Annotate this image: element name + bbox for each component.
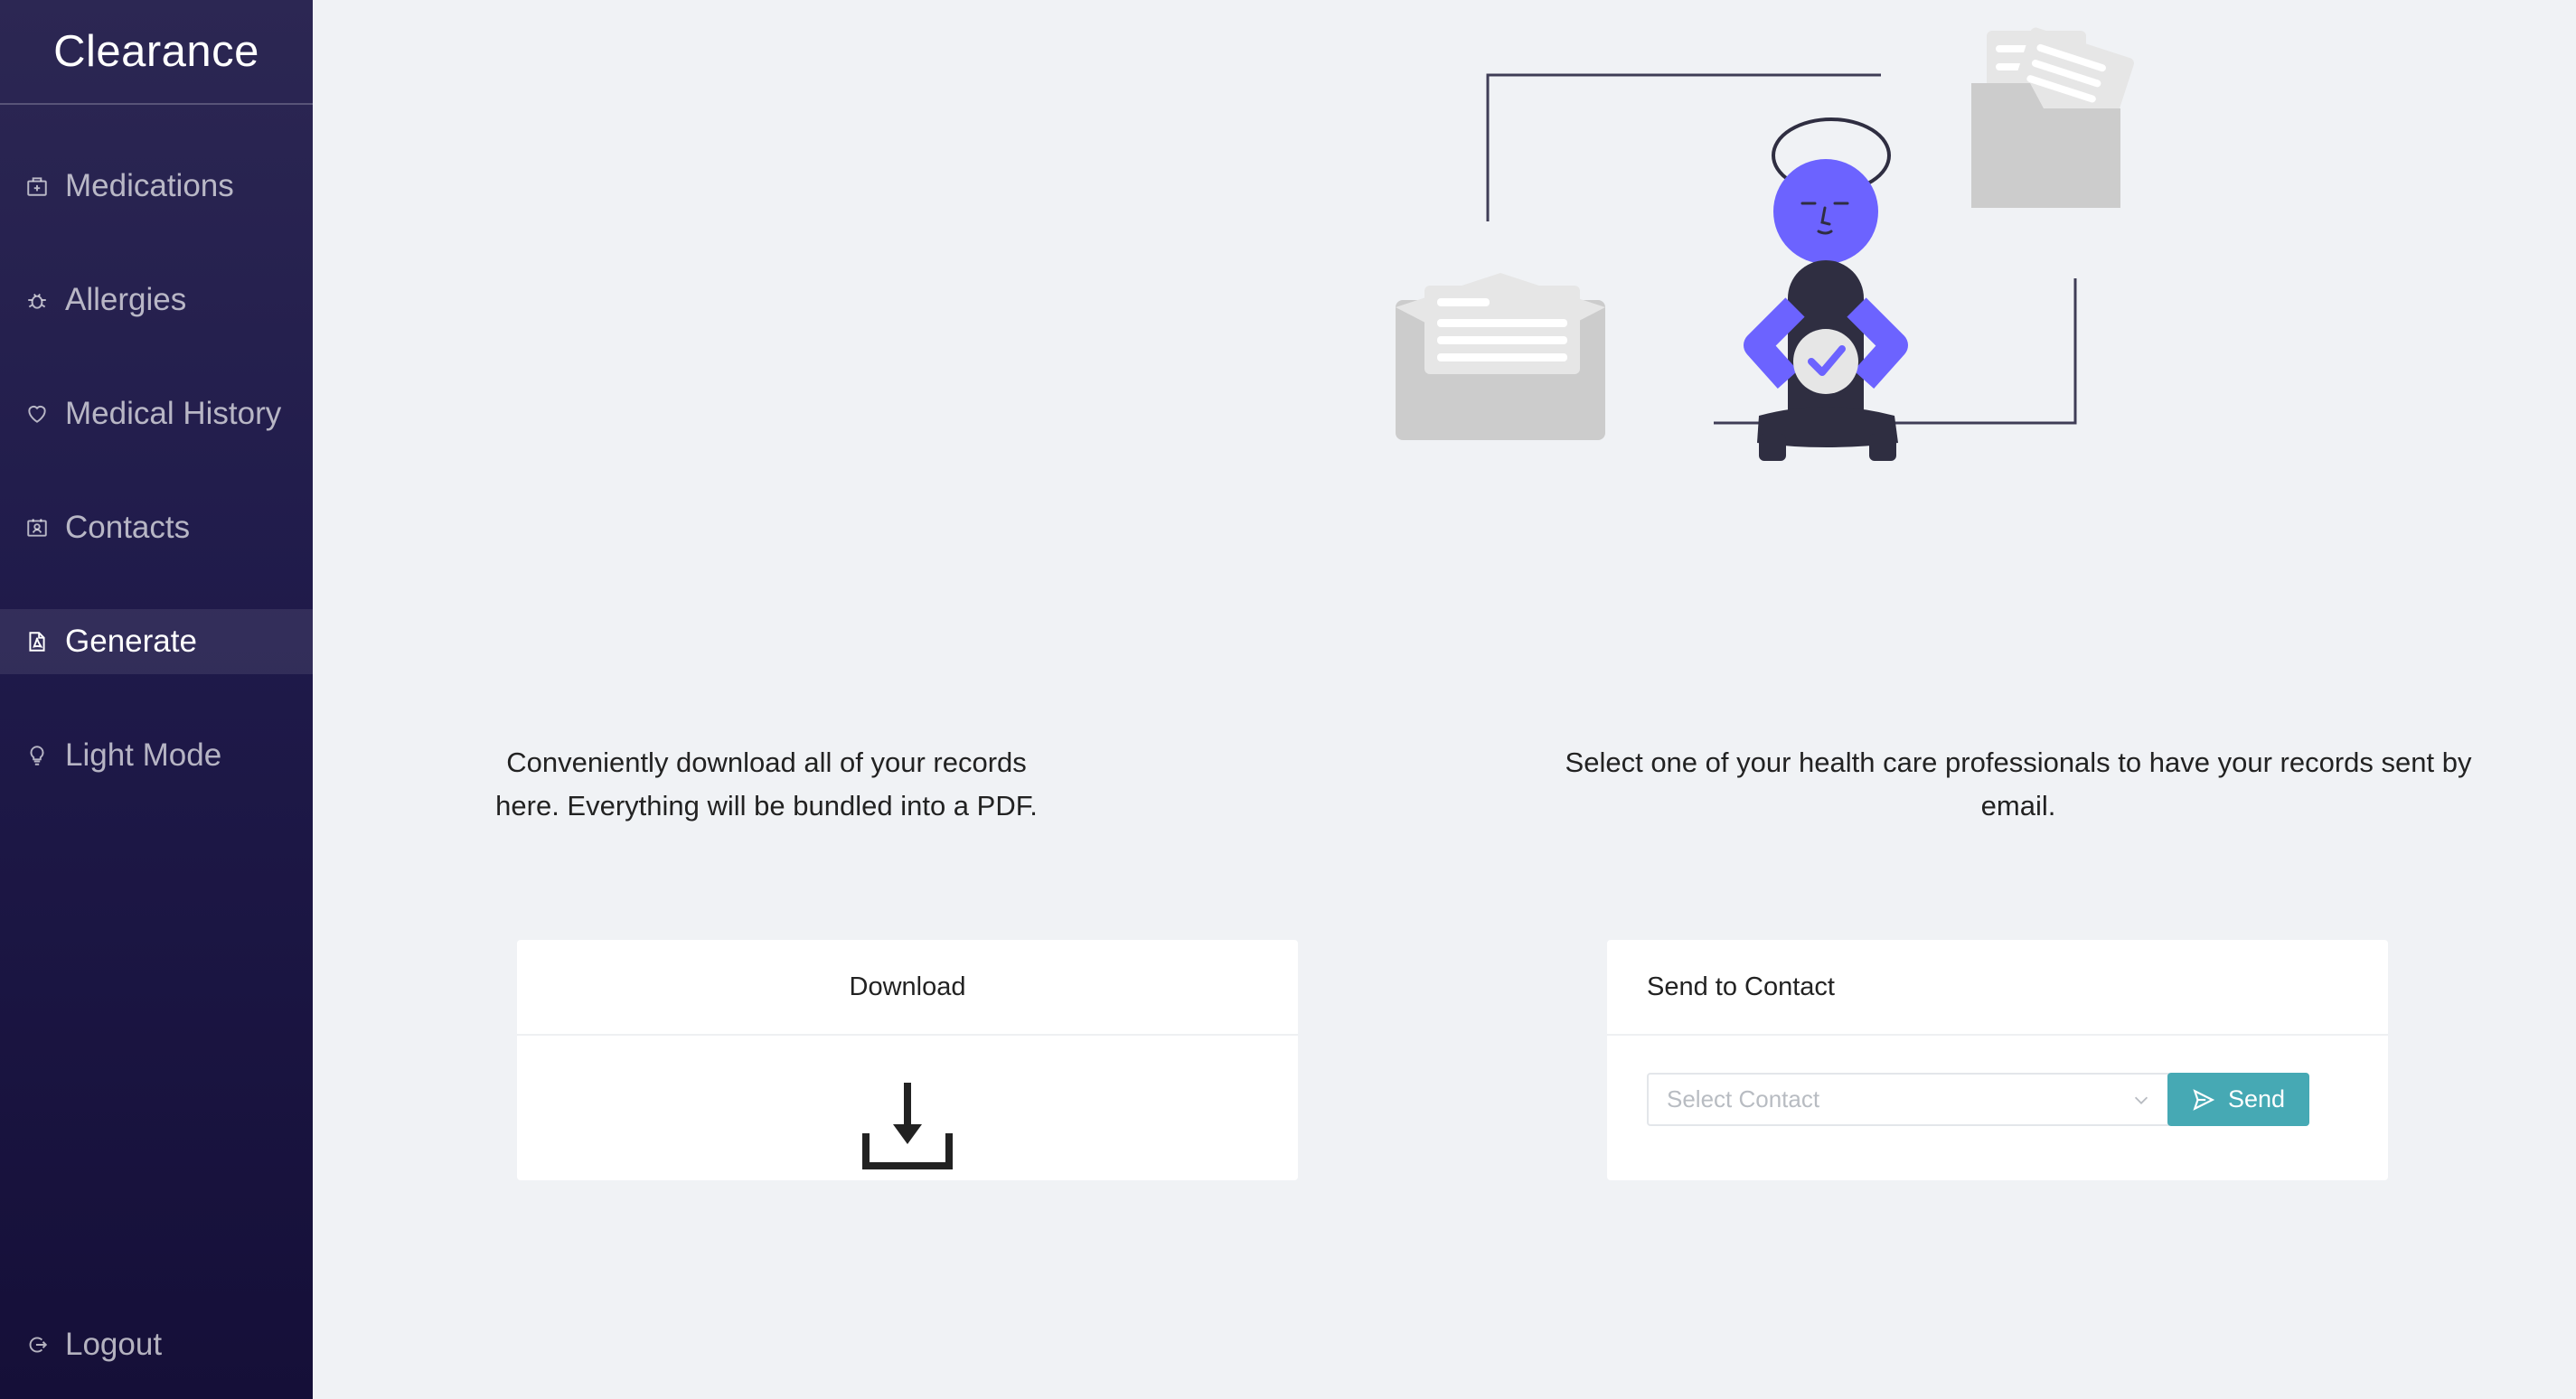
send-description: Select one of your health care professio…	[1565, 746, 2472, 822]
main-content: Conveniently download all of your record…	[313, 0, 2576, 1399]
sidebar-item-label: Contacts	[65, 510, 191, 545]
logout-button[interactable]: Logout	[0, 1312, 313, 1377]
sidebar-item-medications[interactable]: Medications	[0, 154, 313, 219]
sidebar-item-allergies[interactable]: Allergies	[0, 268, 313, 333]
send-card-title: Send to Contact	[1607, 940, 2388, 1036]
app-title: Clearance	[0, 0, 313, 105]
send-icon	[2192, 1088, 2215, 1112]
contacts-icon	[24, 514, 51, 541]
download-description: Conveniently download all of your record…	[495, 746, 1038, 822]
send-card: Send to Contact	[1607, 940, 2388, 1180]
send-button-label: Send	[2227, 1085, 2286, 1113]
heart-icon	[24, 400, 51, 427]
records-illustration	[1396, 27, 2134, 461]
sidebar: Clearance Medications Allergies Medical …	[0, 0, 313, 1399]
sidebar-item-medical-history[interactable]: Medical History	[0, 381, 313, 446]
sidebar-item-label: Allergies	[65, 282, 187, 317]
sidebar-item-label: Generate	[65, 624, 197, 659]
sidebar-item-label: Light Mode	[65, 737, 222, 773]
download-icon[interactable]	[862, 1083, 953, 1169]
download-card-title: Download	[517, 940, 1298, 1036]
bug-icon	[24, 286, 51, 314]
sidebar-item-contacts[interactable]: Contacts	[0, 495, 313, 560]
sidebar-item-generate[interactable]: Generate	[0, 609, 313, 674]
logout-label: Logout	[65, 1327, 163, 1362]
sidebar-item-label: Medical History	[65, 396, 282, 431]
select-contact-dropdown[interactable]: Select Contact	[1647, 1073, 2169, 1126]
download-card: Download	[517, 940, 1298, 1180]
chevron-down-icon	[2131, 1090, 2151, 1110]
medicine-box-icon	[24, 173, 51, 200]
select-contact-placeholder: Select Contact	[1667, 1085, 1820, 1113]
sidebar-item-light-mode[interactable]: Light Mode	[0, 723, 313, 788]
send-button[interactable]: Send	[2167, 1073, 2309, 1126]
logout-icon	[24, 1331, 51, 1358]
file-pdf-icon	[24, 628, 51, 655]
sidebar-item-label: Medications	[65, 168, 234, 203]
bulb-icon	[24, 742, 51, 769]
